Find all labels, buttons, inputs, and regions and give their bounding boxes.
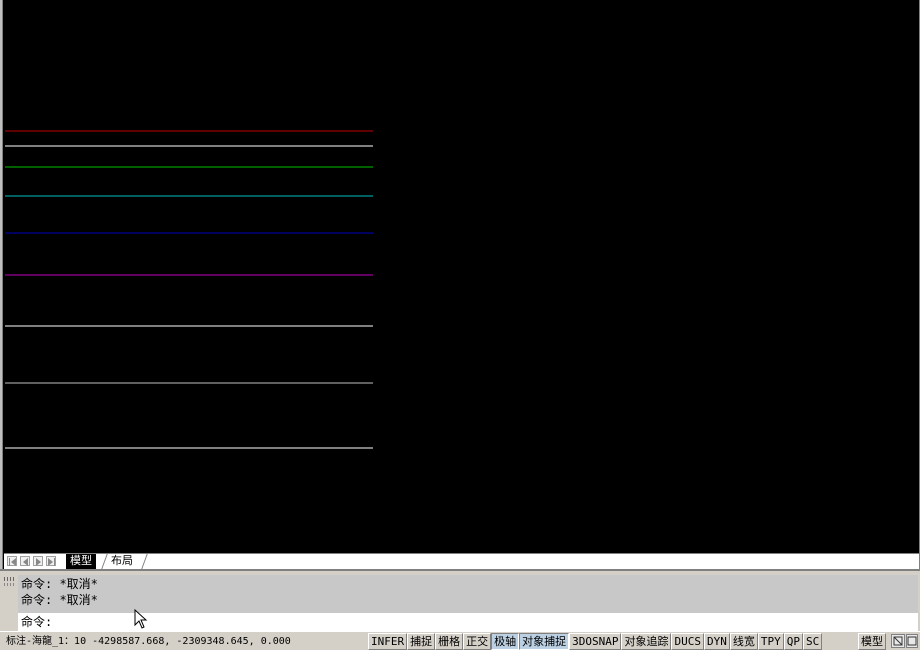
toggle-ortho[interactable]: 正交 <box>463 633 492 650</box>
toggle-osnap[interactable]: 对象捕捉 <box>519 633 570 650</box>
toggle-lineweight[interactable]: 线宽 <box>729 633 758 650</box>
prev-icon[interactable] <box>20 556 30 566</box>
history-line: 命令: *取消* <box>21 577 98 591</box>
command-line[interactable]: 命令: <box>18 613 918 631</box>
layout-tab-bar: 模型 布局 <box>4 553 919 569</box>
coordinate-readout: 标注-海龍_1：10 -4298587.668, -2309348.645, 0… <box>6 636 291 647</box>
tab-separator <box>141 554 148 569</box>
toggle-sc[interactable]: SC <box>802 633 823 650</box>
drawing-svg <box>5 130 373 449</box>
toggle-qp[interactable]: QP <box>783 633 803 650</box>
toggle-tpy[interactable]: TPY <box>757 633 784 650</box>
mouse-pointer-icon <box>134 608 148 633</box>
viewport-icon[interactable] <box>906 634 918 648</box>
toggle-dyn[interactable]: DYN <box>703 633 730 650</box>
tab-model[interactable]: 模型 <box>66 554 96 569</box>
grip-handle[interactable] <box>4 577 16 581</box>
toggle-polar[interactable]: 极轴 <box>491 633 520 650</box>
toggle-infer[interactable]: INFER <box>368 633 408 650</box>
command-history: 命令: *取消* 命令: *取消* <box>18 575 918 613</box>
toggle-otrack[interactable]: 对象追踪 <box>621 633 672 650</box>
grip-handle-lower[interactable] <box>4 583 16 586</box>
last-icon[interactable] <box>46 556 56 566</box>
status-toggles: INFER 捕捉 栅格 正交 极轴 对象捕捉 3DOSNAP 对象追踪 DUCS… <box>368 633 823 650</box>
first-icon[interactable] <box>7 556 17 566</box>
toggle-3dosnap[interactable]: 3DOSNAP <box>569 633 622 650</box>
model-space-button[interactable]: 模型 <box>858 633 886 650</box>
history-line: 命令: *取消* <box>21 593 98 607</box>
toggle-ducs[interactable]: DUCS <box>671 633 704 650</box>
tab-layout[interactable]: 布局 <box>107 554 137 569</box>
command-prompt-label: 命令: <box>21 615 53 629</box>
cad-application: 模型 布局 命令: *取消* 命令: *取消* 命令: 标注-海龍_1：10 -… <box>0 0 920 650</box>
drawing-canvas[interactable] <box>4 0 919 553</box>
window-left-border <box>0 0 3 575</box>
toggle-grid[interactable]: 栅格 <box>435 633 464 650</box>
layout-icon[interactable] <box>891 634 905 648</box>
command-input[interactable] <box>78 614 898 630</box>
next-icon[interactable] <box>33 556 43 566</box>
toggle-snap[interactable]: 捕捉 <box>407 633 436 650</box>
status-bar: 标注-海龍_1：10 -4298587.668, -2309348.645, 0… <box>0 631 920 650</box>
